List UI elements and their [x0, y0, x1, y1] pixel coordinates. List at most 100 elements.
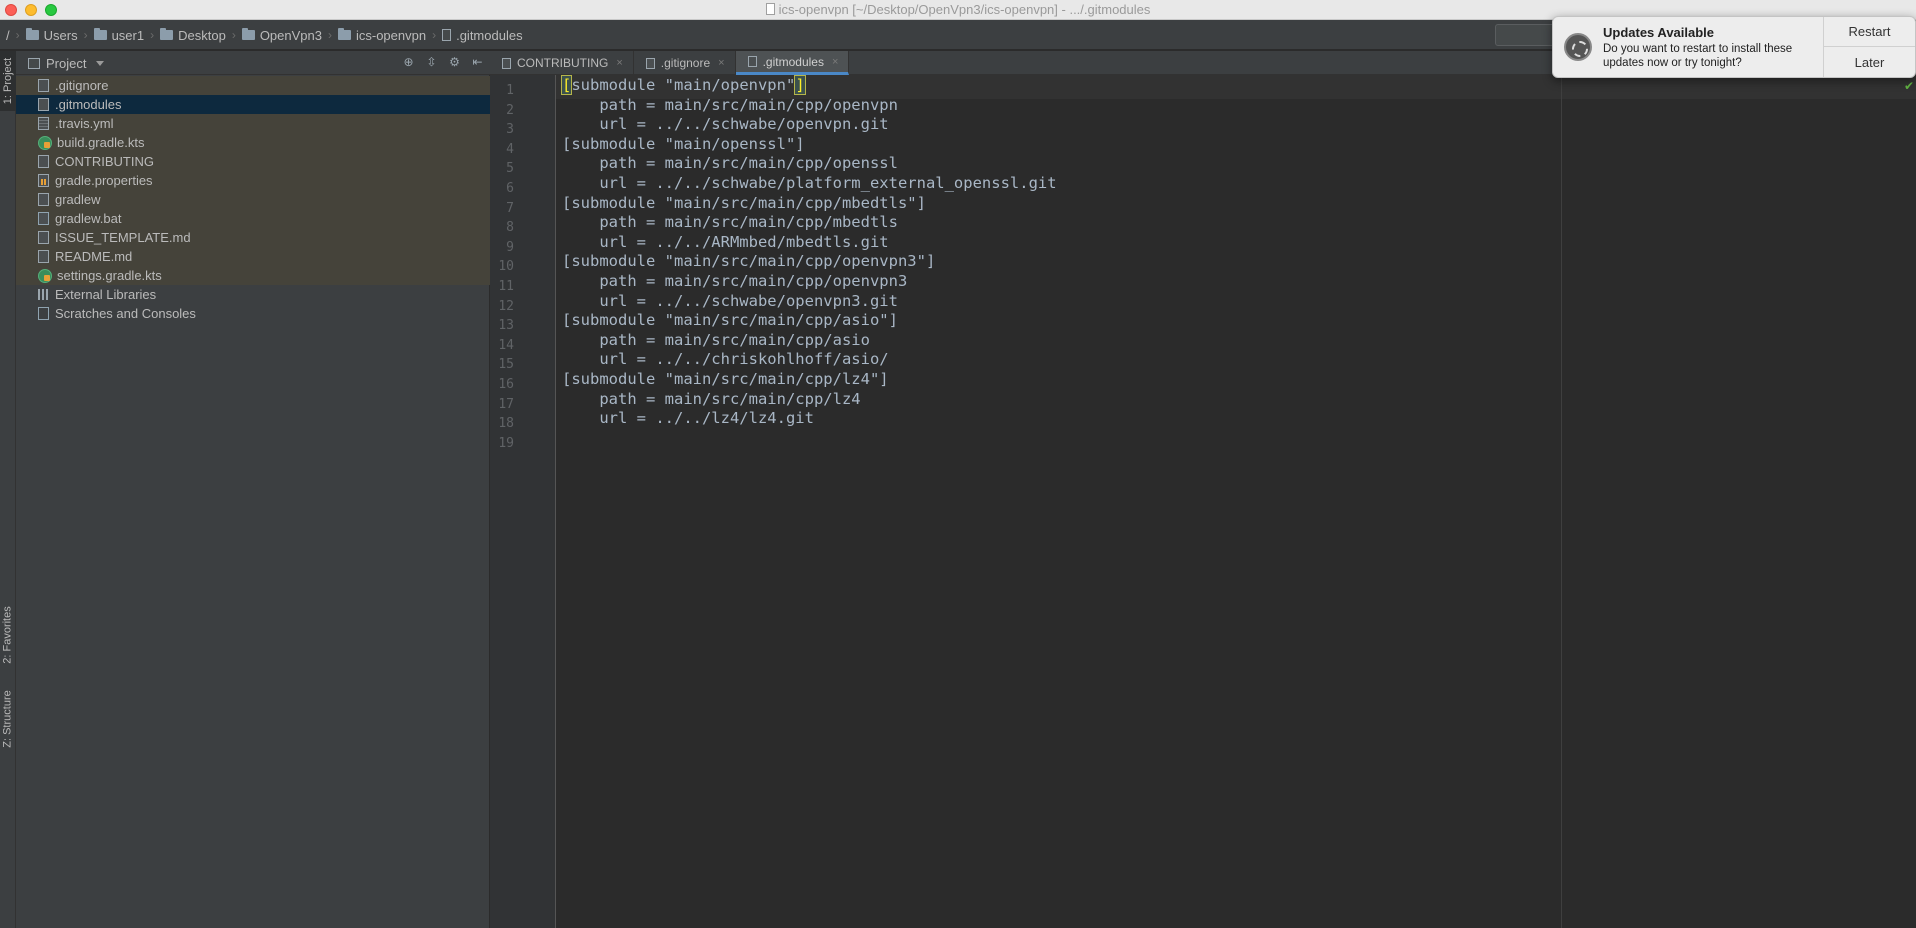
breadcrumb-separator-icon: › [231, 28, 236, 42]
breadcrumb-separator-icon: › [327, 28, 332, 42]
project-tree-item[interactable]: .gitmodules [16, 95, 490, 114]
yml-file-icon [38, 117, 49, 130]
line-number: 9 [506, 239, 514, 255]
project-tree-item[interactable]: build.gradle.kts [16, 133, 490, 152]
project-tree-item[interactable]: README.md [16, 247, 490, 266]
breadcrumb-item[interactable]: .gitmodules [442, 28, 523, 43]
locate-icon[interactable]: ⊕ [402, 56, 415, 69]
project-tree-item[interactable]: gradlew.bat [16, 209, 490, 228]
close-icon[interactable]: × [718, 57, 724, 69]
editor-tab[interactable]: .gitmodules × [735, 51, 850, 75]
line-number: 5 [506, 161, 514, 177]
close-icon[interactable]: × [616, 57, 622, 69]
analysis-ok-icon: ✔ [1903, 79, 1914, 93]
project-tree-item-label: settings.gradle.kts [57, 268, 162, 283]
line-number: 17 [498, 396, 514, 412]
project-panel-title: Project [46, 56, 87, 71]
right-margin-guide [1561, 75, 1562, 928]
project-tool-tab-label: 1: Project [2, 57, 14, 105]
breadcrumb-item-label: ics-openvpn [355, 27, 427, 43]
project-tree-item[interactable]: .gitignore [16, 76, 490, 95]
code-fragment: submodule "main/openvpn" [571, 76, 796, 94]
breadcrumb-separator-icon: › [83, 28, 88, 42]
editor-tab-label: .gitmodules [762, 54, 824, 69]
project-tree-item[interactable]: External Libraries [16, 285, 490, 304]
project-view-selector[interactable]: Project [28, 56, 105, 71]
breadcrumb-separator-icon: › [150, 28, 155, 42]
breadcrumb: / › Users › user1 › Desktop › OpenVpn3 › ics-openv… [6, 27, 523, 43]
document-icon [765, 3, 775, 15]
text-file-icon [38, 79, 49, 92]
line-number: 13 [498, 318, 514, 334]
breadcrumb-item[interactable]: Users [25, 27, 78, 43]
text-file-icon [38, 250, 49, 263]
favorites-tool-tab[interactable]: 2: Favorites [0, 599, 16, 671]
later-button[interactable]: Later [1824, 47, 1915, 77]
folder-icon [160, 28, 174, 40]
properties-file-icon [38, 174, 49, 187]
editor-area: CONTRIBUTING × .gitignore × .gitmodules × 123… [490, 51, 1916, 928]
notification-actions: Restart Later [1823, 17, 1915, 77]
project-tree: .gitignore .gitmodules .travis.yml build.gr… [16, 76, 490, 323]
settings-app-icon [1564, 33, 1592, 61]
project-tree-item-label: .gitmodules [55, 97, 122, 112]
project-tool-tab[interactable]: 1: Project [0, 51, 16, 111]
editor-tab[interactable]: CONTRIBUTING × [490, 51, 634, 75]
close-icon[interactable]: × [832, 56, 838, 68]
breadcrumb-item[interactable]: Desktop [160, 28, 226, 43]
folder-icon [25, 28, 39, 40]
window-title-text: ics-openvpn [~/Desktop/OpenVpn3/ics-open… [778, 2, 1151, 17]
breadcrumb-item-label: Desktop [178, 27, 226, 43]
project-tree-item[interactable]: settings.gradle.kts [16, 266, 490, 285]
structure-tool-tab[interactable]: Z: Structure [0, 679, 16, 759]
line-number: 2 [506, 102, 514, 118]
line-number: 1 [506, 83, 514, 98]
scratches-icon [38, 307, 49, 320]
matched-bracket: ] [794, 75, 806, 95]
project-tree-item[interactable]: Scratches and Consoles [16, 304, 490, 323]
project-tree-item[interactable]: ISSUE_TEMPLATE.md [16, 228, 490, 247]
breadcrumb-separator-icon: › [15, 28, 20, 42]
project-panel-toolbar: ⊕ ⇳ ⚙ ⇤ [402, 56, 484, 69]
line-number: 11 [498, 279, 514, 294]
breadcrumb-item-label: Users [43, 27, 78, 43]
libraries-icon [38, 289, 49, 300]
left-tool-strip: 1: Project 2: Favorites Z: Structure [0, 51, 16, 928]
line-number: 14 [498, 337, 514, 353]
line-number: 10 [498, 259, 514, 275]
editor-tab-label: CONTRIBUTING [517, 56, 609, 70]
project-tree-item-label: gradle.properties [55, 173, 153, 188]
folder-icon [337, 28, 351, 40]
project-tree-item-label: Scratches and Consoles [55, 306, 196, 321]
structure-tool-tab-label: Z: Structure [2, 690, 14, 748]
breadcrumb-item[interactable]: ics-openvpn [337, 27, 427, 43]
breadcrumb-item[interactable]: / [6, 28, 10, 43]
gear-icon[interactable]: ⚙ [448, 56, 461, 69]
project-tree-item[interactable]: gradle.properties [16, 171, 490, 190]
search-everywhere-field[interactable] [1495, 24, 1555, 46]
line-number: 18 [498, 416, 514, 432]
breadcrumb-item[interactable]: OpenVpn3 [241, 28, 322, 43]
line-number: 6 [506, 181, 514, 196]
matched-bracket: [ [560, 75, 573, 95]
project-tree-item-label: gradlew.bat [55, 211, 122, 226]
project-tree-item[interactable]: CONTRIBUTING [16, 152, 490, 171]
project-tree-item-label: .travis.yml [55, 116, 114, 131]
breadcrumb-item[interactable]: user1 [93, 28, 144, 43]
project-tree-item[interactable]: .travis.yml [16, 114, 490, 133]
collapse-all-icon[interactable]: ⇳ [425, 56, 438, 69]
line-number: 16 [498, 377, 514, 392]
project-tree-item[interactable]: gradlew [16, 190, 490, 209]
project-icon [28, 58, 40, 69]
hide-panel-icon[interactable]: ⇤ [471, 56, 484, 69]
gradle-file-icon [38, 269, 52, 283]
line-number: 19 [498, 435, 514, 451]
editor-tab[interactable]: .gitignore × [634, 51, 736, 75]
line-number-gutter: 1 2 3 4 5 6 7 8 9 10 11 12 13 14 15 16 17 18 19 [490, 75, 556, 928]
project-tree-item-label: gradlew [55, 192, 101, 207]
text-file-icon [38, 98, 49, 111]
line-number: 4 [506, 141, 514, 157]
line-number: 12 [498, 298, 514, 314]
project-tree-item-label: README.md [55, 249, 133, 264]
restart-button[interactable]: Restart [1824, 17, 1915, 47]
